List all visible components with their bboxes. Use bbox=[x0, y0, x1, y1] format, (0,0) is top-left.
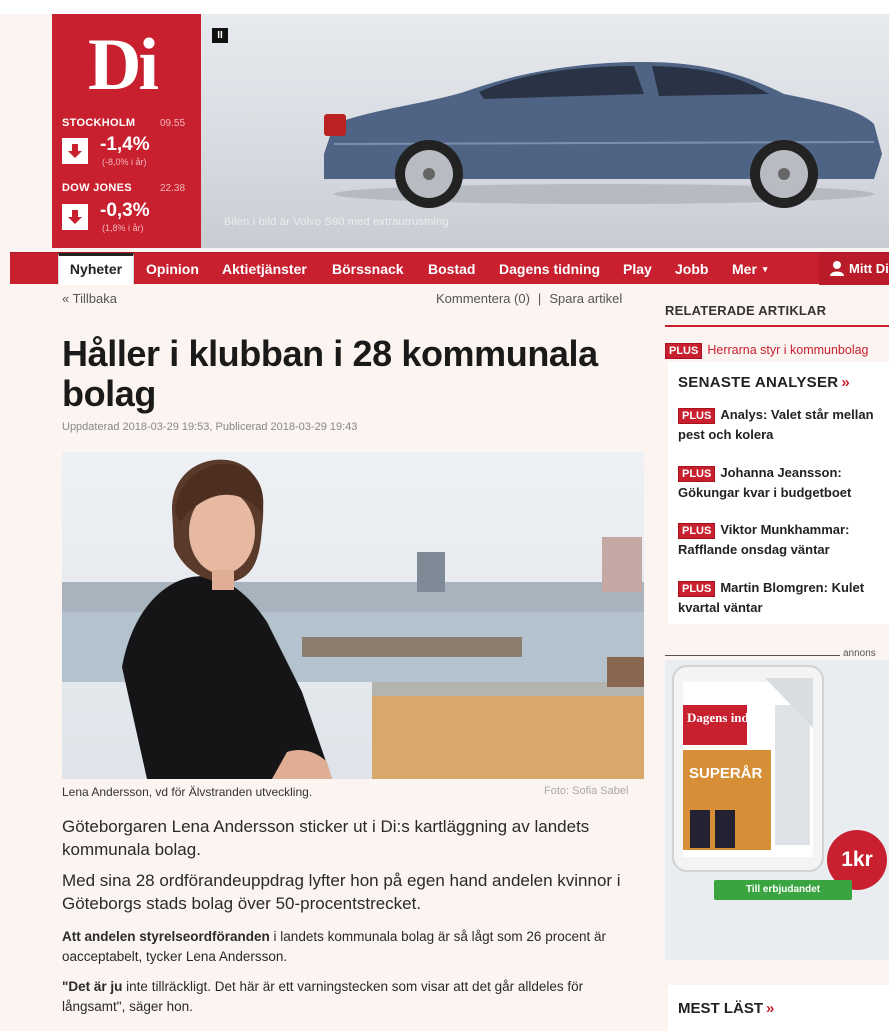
mest-last-title[interactable]: MEST LÄST» bbox=[678, 1000, 774, 1017]
plus-badge: PLUS bbox=[678, 581, 716, 597]
ticker-time-dowjones: 22.38 bbox=[160, 183, 186, 194]
nav-item-opinion[interactable]: Opinion bbox=[146, 253, 199, 285]
body-2-strong: "Det är ju bbox=[62, 979, 123, 994]
body-2-rest: inte tillräckligt. Det här är ett varnin… bbox=[62, 979, 584, 1014]
offer-button[interactable]: Till erbjudandet bbox=[714, 880, 852, 900]
plus-badge: PLUS bbox=[678, 408, 716, 424]
analys-item[interactable]: PLUS Johanna Jeansson: Gökungar kvar i bu… bbox=[678, 463, 886, 503]
ticker-name-stockholm[interactable]: STOCKHOLM bbox=[62, 117, 135, 129]
ad-paper-title: Dagens industri bbox=[687, 710, 775, 725]
related-title: RELATERADE ARTIKLAR bbox=[665, 303, 827, 318]
related-article-link[interactable]: PLUS Herrarna styr i kommunbolag bbox=[665, 343, 869, 359]
user-icon bbox=[830, 261, 844, 276]
analyser-box: SENASTE ANALYSER» PLUS Analys: Valet står… bbox=[668, 362, 889, 624]
nav-item-mer-label: Mer bbox=[732, 261, 757, 277]
plus-badge: PLUS bbox=[665, 343, 703, 359]
plus-badge: PLUS bbox=[678, 523, 716, 539]
mest-last-label: MEST LÄST bbox=[678, 1000, 763, 1017]
back-link[interactable]: « Tillbaka bbox=[62, 291, 117, 306]
nav-item-play[interactable]: Play bbox=[623, 253, 652, 285]
photo-credit: Foto: Sofia Sabel bbox=[544, 785, 629, 797]
article-dateline: Uppdaterad 2018-03-29 19:53, Publicerad … bbox=[62, 421, 358, 433]
analyser-title[interactable]: SENASTE ANALYSER» bbox=[678, 374, 850, 391]
related-divider bbox=[665, 325, 889, 327]
arrow-down-icon bbox=[62, 204, 88, 230]
ad-info-badge[interactable]: II bbox=[212, 28, 228, 43]
chevron-right-icon: » bbox=[841, 374, 851, 391]
nav-item-mer[interactable]: Mer ▾ bbox=[732, 253, 767, 285]
ticker-value-stockholm: -1,4% bbox=[100, 134, 150, 155]
subscription-ad[interactable]: Dagens industri SUPERÅR 1kr Till erbjuda… bbox=[665, 660, 889, 960]
caret-down-icon: ▾ bbox=[762, 264, 768, 274]
body-1-strong: Att andelen styrelseordföranden bbox=[62, 929, 270, 944]
chevron-right-icon: » bbox=[766, 1000, 775, 1017]
article-photo[interactable] bbox=[62, 452, 644, 779]
ad-paper-headline: SUPERÅR bbox=[689, 765, 763, 782]
nav-item-borssnack[interactable]: Börssnack bbox=[332, 253, 404, 285]
tablet-illustration: Dagens industri SUPERÅR bbox=[672, 665, 824, 872]
user-menu-button[interactable]: Mitt Di bbox=[819, 253, 889, 285]
nav-item-jobb[interactable]: Jobb bbox=[675, 253, 708, 285]
main-nav: Nyheter Opinion Aktietjänster Börssnack … bbox=[10, 252, 889, 285]
article-headline: Håller i klubban i 28 kommunala bolag bbox=[62, 333, 598, 414]
mest-last-box: MEST LÄST» bbox=[668, 985, 889, 1031]
nav-item-aktietjanster[interactable]: Aktietjänster bbox=[222, 253, 307, 285]
photo-illustration bbox=[62, 452, 644, 779]
related-article-text: Herrarna styr i kommunbolag bbox=[707, 343, 869, 357]
logo-ticker-box: Di STOCKHOLM 09.55 -1,4% (-8,0% i år) DO… bbox=[52, 14, 201, 248]
ad-label-line bbox=[665, 655, 840, 656]
car-image bbox=[324, 62, 882, 208]
nav-item-nyheter[interactable]: Nyheter bbox=[58, 253, 134, 285]
article-body-1: Att andelen styrelseordföranden i landet… bbox=[62, 927, 637, 967]
ticker-value-dowjones: -0,3% bbox=[100, 200, 150, 221]
ticker-sub-stockholm: (-8,0% i år) bbox=[102, 157, 147, 167]
save-article-link[interactable]: Spara artikel bbox=[549, 291, 622, 306]
comment-link[interactable]: Kommentera (0) bbox=[436, 291, 530, 306]
article-lead-2: Med sina 28 ordförandeuppdrag lyfter hon… bbox=[62, 871, 621, 913]
analys-item[interactable]: PLUS Martin Blomgren: Kulet kvartal vänta… bbox=[678, 578, 886, 618]
nav-item-dagens-tidning[interactable]: Dagens tidning bbox=[499, 253, 600, 285]
analys-item[interactable]: PLUS Viktor Munkhammar: Rafflande onsdag … bbox=[678, 520, 886, 560]
article-body-2: "Det är ju inte tillräckligt. Det här är… bbox=[62, 977, 637, 1017]
ticker-name-dowjones[interactable]: DOW JONES bbox=[62, 182, 132, 194]
tools-separator: | bbox=[537, 291, 542, 306]
ticker-sub-dowjones: (1,8% i år) bbox=[102, 223, 144, 233]
di-logo[interactable]: Di bbox=[88, 28, 159, 102]
analyser-title-label: SENASTE ANALYSER bbox=[678, 374, 839, 391]
top-border bbox=[0, 0, 889, 14]
arrow-down-icon bbox=[62, 138, 88, 164]
analys-item[interactable]: PLUS Analys: Valet står mellan pest och k… bbox=[678, 405, 886, 445]
article-lead-1: Göteborgaren Lena Andersson sticker ut i… bbox=[62, 817, 590, 859]
photo-caption: Lena Andersson, vd för Älvstranden utvec… bbox=[62, 785, 313, 799]
ticker-time-stockholm: 09.55 bbox=[160, 118, 186, 129]
plus-badge: PLUS bbox=[678, 466, 716, 482]
ad-caption: Bilen i bild är Volvo S90 med extrautrus… bbox=[224, 216, 449, 228]
article-tools: Kommentera (0) | Spara artikel bbox=[436, 291, 622, 306]
ad-label: annons bbox=[843, 648, 876, 659]
nav-item-bostad[interactable]: Bostad bbox=[428, 253, 475, 285]
user-menu-label: Mitt Di bbox=[849, 261, 889, 276]
